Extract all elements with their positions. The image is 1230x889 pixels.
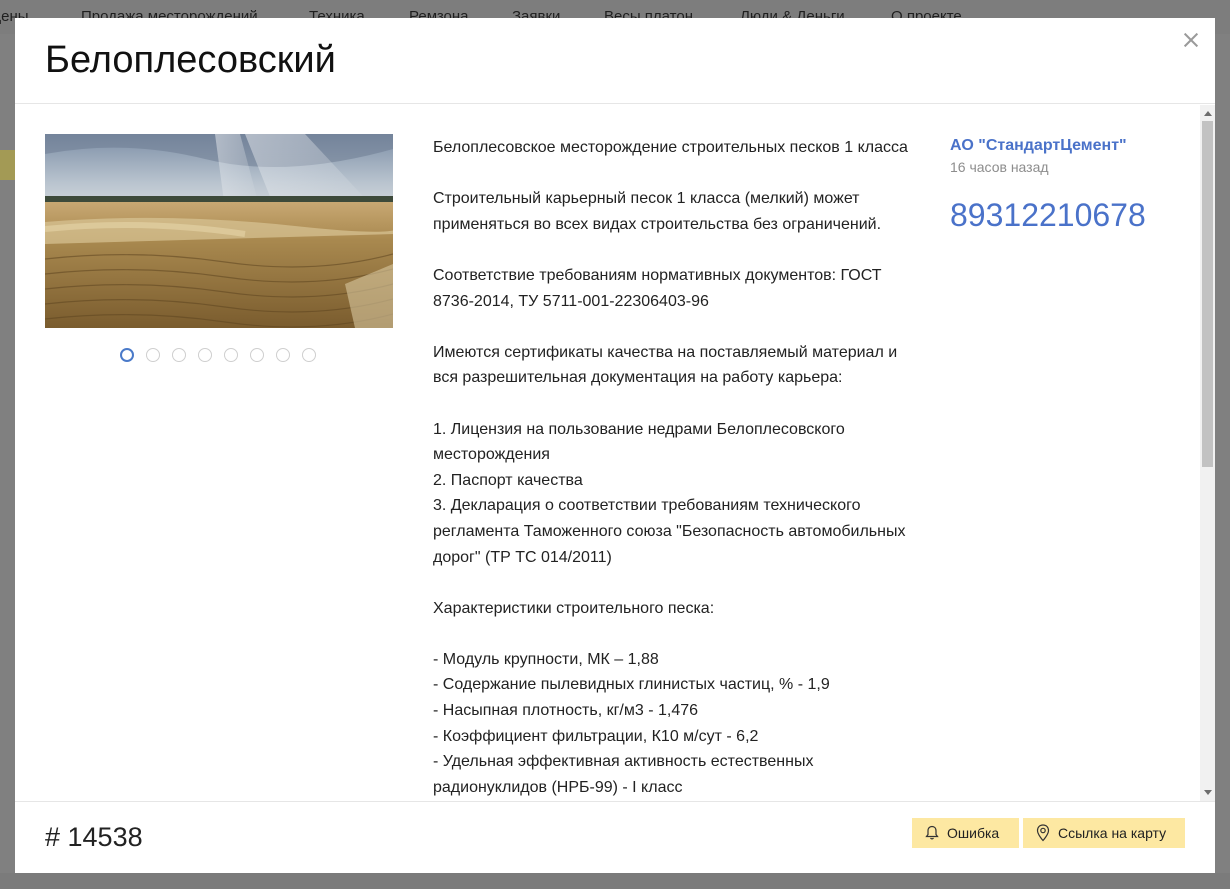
modal-body: Белоплесовское месторождение строительны… [15,105,1215,801]
map-link-label: Ссылка на карту [1058,825,1167,841]
gallery-dot-2[interactable] [146,348,160,362]
description-line [433,391,923,417]
description-line: 2. Паспорт качества [433,471,583,489]
description-line: Строительный карьерный песок 1 класса (м… [433,190,882,233]
report-error-label: Ошибка [947,825,1000,841]
listing-id: # 14538 [45,822,143,852]
close-icon[interactable] [1181,30,1201,50]
seller-phone-link[interactable]: 89312210678 [950,197,1190,234]
background-tab [0,150,15,180]
gallery-dot-6[interactable] [250,348,264,362]
background-right [1215,34,1230,889]
vertical-scrollbar[interactable] [1200,105,1215,801]
listing-photo[interactable] [45,134,393,328]
description-line: - Модуль крупности, МК – 1,88 [433,650,659,668]
modal-header: Белоплесовский [15,18,1215,104]
description-line: - Коэффициент фильтрации, К10 м/сут - 6,… [433,727,759,745]
bell-icon [925,825,939,840]
description-line: Характеристики строительного песка: [433,599,715,617]
gallery-dot-1[interactable] [120,348,134,362]
gallery-dot-4[interactable] [198,348,212,362]
gallery-dot-8[interactable] [302,348,316,362]
description-line [433,570,923,596]
map-pin-icon [1036,824,1050,842]
quarry-photo-image [45,134,393,328]
gallery-dot-3[interactable] [172,348,186,362]
description-line [433,161,923,187]
description-line: 3. Декларация о соответствии требованиям… [433,497,906,566]
report-error-button[interactable]: Ошибка [912,818,1019,848]
page-title: Белоплесовский [45,39,336,81]
description-line: Соответствие требованиям нормативных док… [433,266,882,310]
description-line: - Содержание пылевидных глинистых частиц… [433,676,830,694]
description-line: - Насыпная плотность, кг/м3 - 1,476 [433,702,699,720]
gallery-dot-5[interactable] [224,348,238,362]
background-bottom [0,873,1230,889]
posted-time: 16 часов назад [950,159,1049,175]
modal-footer: # 14538 Ошибка Ссылка на карту [15,801,1215,873]
description-line: - Удельная эффективная активность естест… [433,753,814,796]
map-link-button[interactable]: Ссылка на карту [1023,818,1185,848]
description-line: 1. Лицензия на пользование недрами Белоп… [433,420,845,464]
description-line: Имеются сертификаты качества на поставля… [433,343,898,387]
scroll-up-icon[interactable] [1204,111,1212,116]
description-line [433,237,923,263]
description-line [433,621,923,647]
scroll-down-icon[interactable] [1204,790,1212,795]
seller-name-link[interactable]: АО "СтандартЦемент" [950,135,1190,157]
description-line [433,314,923,340]
listing-description: Белоплесовское месторождение строительны… [433,135,923,800]
listing-modal: Белоплесовский Белоплесовское месторожде… [15,18,1215,873]
scrollbar-thumb[interactable] [1202,121,1213,467]
gallery-dot-7[interactable] [276,348,290,362]
seller-info: АО "СтандартЦемент" 16 часов назад 89312… [950,135,1190,234]
description-line: Белоплесовское месторождение строительны… [433,139,908,156]
